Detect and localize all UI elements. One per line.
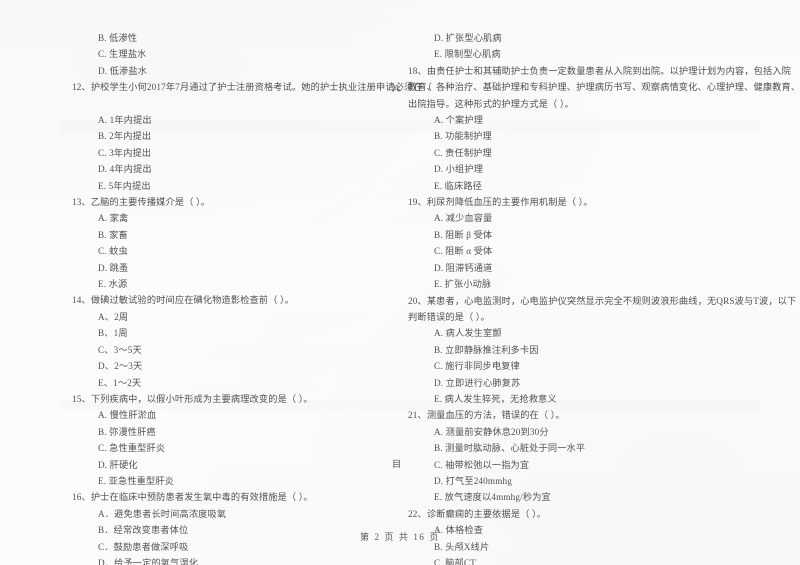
question-stem-line: 12、护校学生小何2017年7月通过了护士注册资格考试。她的护士执业注册申请必须… (72, 82, 433, 93)
answer-option: D. 扩张型心肌病 (434, 33, 502, 43)
answer-option: A. 慢性肝淤血 (98, 410, 157, 421)
overflow-text-fragment: ）。 (392, 83, 407, 93)
answer-option: B. 低渗性 (98, 33, 138, 43)
answer-option: D. 打气至240mmhg (434, 475, 513, 486)
answer-option: B. 阻断 β 受体 (434, 229, 493, 240)
question-stem-line: 15、下列疾病中，以假小叶形成为主要病理改变的是（ ）。 (72, 393, 313, 404)
question-stem-line: 20、某患者，心电监测时，心电监护仪突然显示完全不规则波浪形曲线，无QRS波与T… (408, 295, 797, 306)
answer-option: C. 脑部CT (434, 558, 476, 565)
answer-option: C. 阻断 α 受体 (434, 246, 493, 257)
answer-option: C、3～5天 (98, 344, 142, 355)
answer-option: A. 家禽 (98, 213, 129, 224)
question-stem-line: 13、乙脑的主要传播媒介是（ ）。 (72, 197, 211, 208)
answer-option: C. 蚊虫 (98, 246, 128, 257)
answer-option: E. 限制型心肌病 (434, 49, 501, 60)
answer-option: B. 2年内提出 (98, 131, 152, 142)
answer-option: C. 责任制护理 (434, 147, 492, 158)
answer-option: D. 小组护理 (434, 164, 484, 175)
question-stem-line: 出院指导。这种形式的护理方式是（ ）。 (408, 98, 574, 109)
answer-option: E. 扩张小动脉 (434, 279, 492, 290)
answer-option: D. 立即进行心肺复苏 (434, 377, 521, 388)
answer-option: D．给予一定的氧气湿化 (98, 557, 199, 565)
answer-option: C. 施行非同步电复律 (434, 361, 520, 372)
answer-option: C. 急性重型肝炎 (98, 443, 166, 454)
answer-option: E、1～2天 (98, 377, 142, 388)
answer-option: C. 袖带松弛以一指为宜 (434, 459, 530, 470)
answer-option: E. 水源 (98, 279, 128, 290)
answer-option: A. 1年内提出 (98, 115, 152, 126)
question-stem-line: 判断错误的是（ ）。 (408, 311, 490, 322)
answer-option: E. 亚急性重型肝炎 (98, 475, 175, 486)
question-stem-line: 教育、各种治疗、基础护理和专科护理、护理病历书写、观察病情变化、心理护理、健康教… (408, 82, 800, 93)
answer-option: A. 病人发生室颤 (434, 328, 502, 339)
question-stem-line: 14、做碘过敏试验的时间应在碘化物造影检查前（ ）。 (72, 295, 295, 306)
answer-option: A、2周 (98, 311, 129, 322)
question-stem-line: 16、护士在临床中预防患者发生氧中毒的有效措施是（ ）。 (72, 492, 313, 503)
answer-option: D. 肝硬化 (98, 459, 138, 470)
answer-option: D. 跳蚤 (98, 262, 129, 273)
answer-option: D. 4年内提出 (98, 164, 152, 175)
overflow-text-fragment: 目 (392, 459, 402, 469)
page-footer: 第 2 页 共 16 页 (360, 532, 440, 542)
question-stem-line: 22、诊断癫痫的主要依据是（ ）。 (408, 508, 547, 519)
answer-option: E. 病人发生猝死，无抢救意义 (434, 393, 557, 404)
question-stem-line: 21、测量血压的方法，错误的在（ ）。 (408, 410, 565, 421)
answer-option: E. 临床路径 (434, 180, 483, 191)
scanned-page: B. 低渗性 C. 生理盐水 D. 低渗盐水 12、护校学生小何2017年7月通过了护… (0, 0, 800, 565)
answer-option: D. 阻滞钙通道 (434, 262, 493, 273)
answer-option: A. 减少血容量 (434, 213, 493, 224)
answer-option: B. 立即静脉推注利多卡因 (434, 344, 539, 355)
answer-option: C. 3年内提出 (98, 147, 152, 158)
answer-option: E. 放气速度以4mmhg/秒为宜 (434, 492, 551, 503)
answer-option: A. 个案护理 (434, 115, 484, 126)
answer-option: C. 生理盐水 (98, 49, 147, 60)
answer-option: B. 测量时肱动脉、心脏处于同一水平 (434, 443, 586, 454)
answer-option: A. 测量前安静休息20到30分 (434, 426, 549, 437)
answer-option: B、1周 (98, 328, 128, 339)
left-text-column: B. 低渗性 C. 生理盐水 D. 低渗盐水 12、护校学生小何2017年7月通过了护… (72, 30, 433, 565)
answer-option: D. 低渗盐水 (98, 65, 148, 76)
answer-option: E. 5年内提出 (98, 180, 151, 191)
answer-option: B. 家畜 (98, 229, 128, 240)
question-stem-line: 19、利尿剂降低血压的主要作用机制是（ ）。 (408, 197, 593, 208)
answer-option: B. 弥漫性肝癌 (98, 426, 156, 437)
answer-option: A．避免患者长时间高浓度吸氧 (98, 508, 227, 519)
question-stem-line: 18、由责任护士和其辅助护士负责一定数量患者从入院到出院。以护理计划为内容，包括… (408, 65, 791, 76)
answer-option: D、2～3天 (98, 361, 143, 372)
right-text-column: D. 扩张型心肌病 E. 限制型心肌病 18、由责任护士和其辅助护士负责一定数量患者… (408, 30, 800, 565)
answer-option: B. 功能制护理 (434, 131, 492, 142)
